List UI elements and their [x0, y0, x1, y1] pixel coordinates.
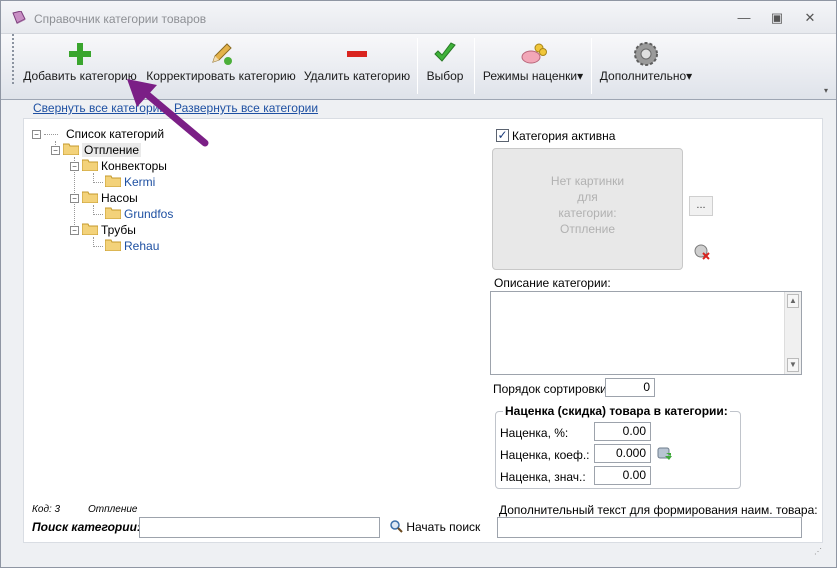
- description-scrollbar[interactable]: ▲ ▼: [784, 292, 801, 374]
- markup-modes-button[interactable]: Режимы наценки▾: [479, 34, 587, 96]
- folder-icon: [63, 143, 79, 155]
- chevron-down-icon: ▾: [686, 69, 693, 83]
- markup-percent-input[interactable]: 0.00: [594, 422, 651, 441]
- toolbar-separator: [474, 38, 475, 94]
- category-name-status: Отпление: [88, 504, 138, 515]
- scroll-down-icon[interactable]: ▼: [787, 358, 799, 372]
- maximize-button[interactable]: ▣: [767, 10, 787, 26]
- window-title: Справочник категории товаров: [34, 12, 207, 26]
- minimize-button[interactable]: —: [734, 10, 754, 26]
- markup-percent-label: Наценка, %:: [500, 426, 569, 440]
- tree-node-rehau[interactable]: Rehau: [105, 238, 159, 254]
- gear-icon: [634, 42, 658, 66]
- tree-expander[interactable]: −: [32, 130, 41, 139]
- search-label: Поиск категории:: [32, 520, 141, 534]
- plus-icon: [69, 43, 91, 65]
- search-input[interactable]: [139, 517, 380, 538]
- extra-text-label: Дополнительный текст для формирования на…: [499, 503, 818, 517]
- folder-icon: [105, 207, 121, 219]
- markup-group-title: Наценка (скидка) товара в категории:: [503, 404, 730, 418]
- active-label: Категория активна: [512, 129, 616, 143]
- description-label: Описание категории:: [494, 276, 611, 290]
- select-button[interactable]: Выбор: [423, 34, 467, 96]
- extra-text-input[interactable]: [497, 517, 802, 538]
- sort-order-label: Порядок сортировки:: [493, 382, 611, 396]
- tree-node-label: Grundfos: [124, 207, 174, 221]
- tree-node-kermi[interactable]: Kermi: [105, 174, 155, 190]
- app-book-icon: [12, 11, 26, 24]
- tree-connector: [93, 214, 103, 215]
- browse-image-button[interactable]: ...: [689, 196, 713, 216]
- chevron-down-icon: ▾: [577, 69, 584, 83]
- folder-icon: [105, 239, 121, 251]
- folder-icon: [82, 159, 98, 171]
- sort-order-input[interactable]: 0: [605, 378, 655, 397]
- scroll-up-icon[interactable]: ▲: [787, 294, 799, 308]
- start-search-label: Начать поиск: [406, 520, 481, 534]
- tree-node-konvektory[interactable]: − Конвекторы: [70, 158, 167, 174]
- pencil-icon: [212, 43, 232, 65]
- folder-icon: [105, 175, 121, 187]
- tree-node-truby[interactable]: − Трубы: [70, 222, 136, 238]
- remove-image-icon[interactable]: [694, 244, 710, 260]
- markup-coef-label: Наценка, коеф.:: [500, 448, 590, 462]
- title-bar: Справочник категории товаров — ▣ ✕: [1, 1, 836, 34]
- tree-connector: [93, 182, 103, 183]
- delete-category-button[interactable]: Удалить категорию: [303, 34, 411, 96]
- folder-icon: [82, 191, 98, 203]
- category-code: Код: 3: [32, 504, 61, 515]
- tree-node-grundfos[interactable]: Grundfos: [105, 206, 173, 222]
- close-button[interactable]: ✕: [800, 10, 820, 26]
- more-label: Дополнительно▾: [599, 69, 693, 83]
- no-image-text: для: [577, 190, 598, 204]
- toolbar-separator: [591, 38, 592, 94]
- tree-node-nasosy[interactable]: − Насоы: [70, 190, 138, 206]
- tree-connector: [93, 246, 103, 247]
- toolbar-separator: [417, 38, 418, 94]
- markup-value-label: Наценка, знач.:: [500, 470, 586, 484]
- folder-icon: [82, 223, 98, 235]
- tree-expander[interactable]: −: [70, 162, 79, 171]
- tree-node-label: Kermi: [124, 175, 156, 189]
- no-image-text: Нет картинки: [550, 174, 625, 188]
- tree-node-label: Конвекторы: [101, 159, 167, 173]
- tree-expander[interactable]: −: [70, 194, 79, 203]
- search-icon: [390, 520, 403, 533]
- main-window: Справочник категории товаров — ▣ ✕ Добав…: [0, 0, 837, 568]
- tree-expander[interactable]: −: [51, 146, 60, 155]
- active-checkbox[interactable]: ✓: [496, 129, 509, 142]
- tree-node-label: Насоы: [101, 191, 138, 205]
- checkmark-icon: [434, 42, 456, 62]
- markup-modes-label: Режимы наценки▾: [482, 69, 584, 83]
- delete-category-label: Удалить категорию: [303, 69, 411, 83]
- minus-icon: [347, 51, 367, 57]
- piggy-coins-icon: [521, 43, 547, 64]
- tree-expander[interactable]: −: [70, 226, 79, 235]
- no-image-text: Отпление: [559, 222, 615, 236]
- markup-value-input[interactable]: 0.00: [594, 466, 651, 485]
- annotation-arrow-icon: [127, 79, 209, 147]
- more-button[interactable]: Дополнительно▾: [597, 34, 695, 96]
- markup-coef-input[interactable]: 0.000: [594, 444, 651, 463]
- start-search-button[interactable]: Начать поиск: [390, 520, 480, 534]
- resize-grip-icon[interactable]: ⋰: [814, 547, 822, 556]
- description-textarea[interactable]: ▲ ▼: [490, 291, 802, 375]
- select-label: Выбор: [426, 69, 464, 83]
- toolbar-overflow-icon[interactable]: ▾: [824, 86, 832, 96]
- recalculate-icon[interactable]: [657, 445, 673, 461]
- toolbar-grip[interactable]: [12, 34, 16, 84]
- category-image-placeholder[interactable]: Нет картинки для категории: Отпление: [492, 148, 683, 270]
- tree-node-label: Rehau: [124, 239, 160, 253]
- no-image-text: категории:: [558, 206, 617, 220]
- tree-node-label: Трубы: [101, 223, 136, 237]
